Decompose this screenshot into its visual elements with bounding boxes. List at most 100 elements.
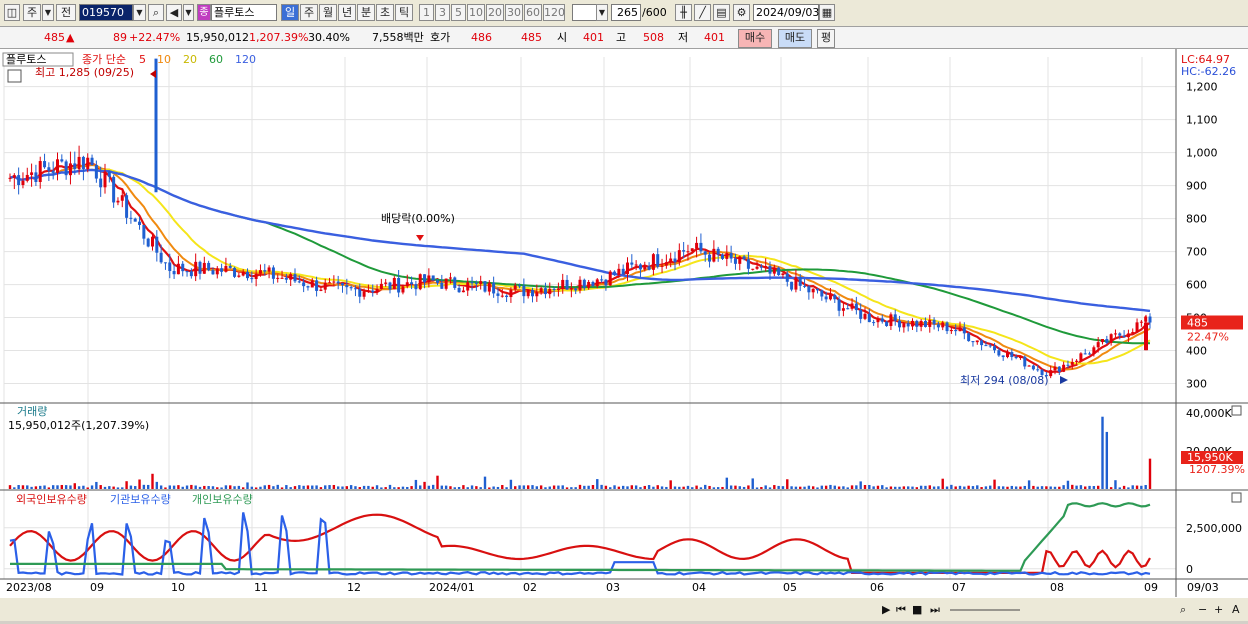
candle-body xyxy=(738,256,742,264)
candle-body xyxy=(669,258,673,263)
candle-body xyxy=(846,308,850,310)
volume-bar xyxy=(1001,486,1005,489)
interval-dropdown-icon[interactable]: ▼ xyxy=(596,4,608,21)
volume-bar xyxy=(876,485,880,489)
volume-bar xyxy=(155,481,159,489)
volume-bar xyxy=(488,487,491,489)
interval-button-10[interactable]: 10 xyxy=(467,4,485,21)
candle-body xyxy=(505,295,509,298)
volume-bar xyxy=(319,487,323,489)
interval-button-3[interactable]: 3 xyxy=(435,4,450,21)
sell-button[interactable]: 매도 xyxy=(778,29,812,48)
candle-body xyxy=(25,174,29,181)
candle-body xyxy=(21,180,25,186)
bar-count-input[interactable]: 265 xyxy=(611,4,641,21)
volume-bar xyxy=(8,485,12,489)
stock-code-input[interactable]: 019570 xyxy=(79,4,133,21)
candle-body xyxy=(64,161,68,176)
volume-bar xyxy=(747,485,750,489)
candle-body xyxy=(1105,339,1109,343)
x-tick-label: 03 xyxy=(606,581,620,594)
search-icon[interactable]: ⌕ xyxy=(148,4,164,21)
holdings-pane-close-icon[interactable] xyxy=(1231,492,1242,503)
candle-body xyxy=(841,308,845,311)
volume-bar xyxy=(125,481,128,489)
market-select[interactable]: 주 xyxy=(23,4,41,21)
candle-body xyxy=(816,288,819,291)
period-tab-0[interactable]: 일 xyxy=(281,4,299,21)
code-dropdown-icon[interactable]: ▼ xyxy=(133,4,146,21)
window-menu-icon[interactable]: ◫ xyxy=(4,4,20,21)
open-label: 시 xyxy=(557,31,568,44)
period-tab-4[interactable]: 분 xyxy=(357,4,375,21)
interval-button-5[interactable]: 5 xyxy=(451,4,466,21)
drawing-tool-icon[interactable]: ╱ xyxy=(694,4,711,21)
scroll-control-7[interactable]: A xyxy=(1232,603,1240,616)
jeon-button[interactable]: 전 xyxy=(56,4,76,21)
period-tab-2[interactable]: 월 xyxy=(319,4,337,21)
stock-name-field: 플루토스 xyxy=(211,4,277,21)
candle-body xyxy=(531,290,534,297)
volume-bar xyxy=(574,487,577,489)
x-tick-label: 02 xyxy=(523,581,537,594)
candle-body xyxy=(824,296,828,300)
candle-body xyxy=(1053,366,1057,371)
scroll-control-2[interactable]: ■ xyxy=(912,603,922,616)
candle-body xyxy=(785,273,789,282)
stock-legend-name: 플루토스 xyxy=(6,53,46,66)
candle-body xyxy=(392,278,396,290)
scroll-control-4[interactable]: ⌕ xyxy=(1180,603,1186,616)
scroll-control-0[interactable]: ▶ xyxy=(882,603,891,616)
market-dropdown-icon[interactable]: ▼ xyxy=(42,4,54,21)
volume-bar xyxy=(440,485,444,489)
settings-gear-icon[interactable]: ⚙ xyxy=(733,4,750,21)
candle-body xyxy=(980,340,984,346)
chart-canvas: 1,2001,1001,00090080070060050040030040,0… xyxy=(0,49,1248,621)
volume-bar xyxy=(799,486,802,489)
table-view-icon[interactable] xyxy=(7,69,22,83)
price-change-pct: +22.47% xyxy=(129,31,181,44)
period-tab-1[interactable]: 주 xyxy=(300,4,318,21)
candle-body xyxy=(189,271,193,277)
candle-body xyxy=(414,284,418,290)
volume-bar xyxy=(777,485,780,489)
volume-bar xyxy=(328,485,331,489)
volume-bar xyxy=(811,486,815,489)
calendar-icon[interactable]: ▦ xyxy=(819,4,835,21)
speaker-dropdown-icon[interactable]: ▼ xyxy=(183,4,194,21)
interval-button-60[interactable]: 60 xyxy=(524,4,542,21)
date-input[interactable]: 2024/09/03 xyxy=(753,4,819,21)
x-tick-label: 11 xyxy=(254,581,268,594)
buy-button[interactable]: 매수 xyxy=(738,29,772,48)
candle-type-icon[interactable]: ╫ xyxy=(675,4,692,21)
candle-body xyxy=(500,295,504,297)
scroll-control-1[interactable]: ⏮ xyxy=(896,603,906,616)
volume-pane-close-icon[interactable] xyxy=(1231,405,1242,416)
x-axis-date-label: 09/03 xyxy=(1187,581,1219,594)
period-tab-3[interactable]: 년 xyxy=(338,4,356,21)
volume-bar xyxy=(708,485,711,489)
volume-bar xyxy=(583,485,586,489)
volume-tag-pct: 1207.39% xyxy=(1189,463,1245,476)
scroll-control-5[interactable]: − xyxy=(1198,603,1207,616)
scroll-control-6[interactable]: + xyxy=(1214,603,1223,616)
period-tab-6[interactable]: 틱 xyxy=(395,4,413,21)
average-button[interactable]: 평 xyxy=(817,29,835,48)
candle-body xyxy=(1101,339,1104,343)
speaker-icon[interactable]: ◀ xyxy=(166,4,182,21)
volume-bar xyxy=(146,484,150,489)
interval-button-120[interactable]: 120 xyxy=(543,4,565,21)
print-icon[interactable]: ▤ xyxy=(713,4,730,21)
candle-body xyxy=(526,290,530,297)
volume-bar xyxy=(116,487,120,489)
candle-body xyxy=(133,218,137,222)
period-tab-5[interactable]: 초 xyxy=(376,4,394,21)
volume-bar xyxy=(544,487,547,489)
interval-button-20[interactable]: 20 xyxy=(486,4,504,21)
volume-bar xyxy=(656,485,659,489)
interval-button-1[interactable]: 1 xyxy=(419,4,434,21)
volume-bar xyxy=(108,486,111,489)
candle-body xyxy=(975,340,979,343)
interval-button-30[interactable]: 30 xyxy=(505,4,523,21)
scroll-control-3[interactable]: ⏭ xyxy=(930,603,940,616)
